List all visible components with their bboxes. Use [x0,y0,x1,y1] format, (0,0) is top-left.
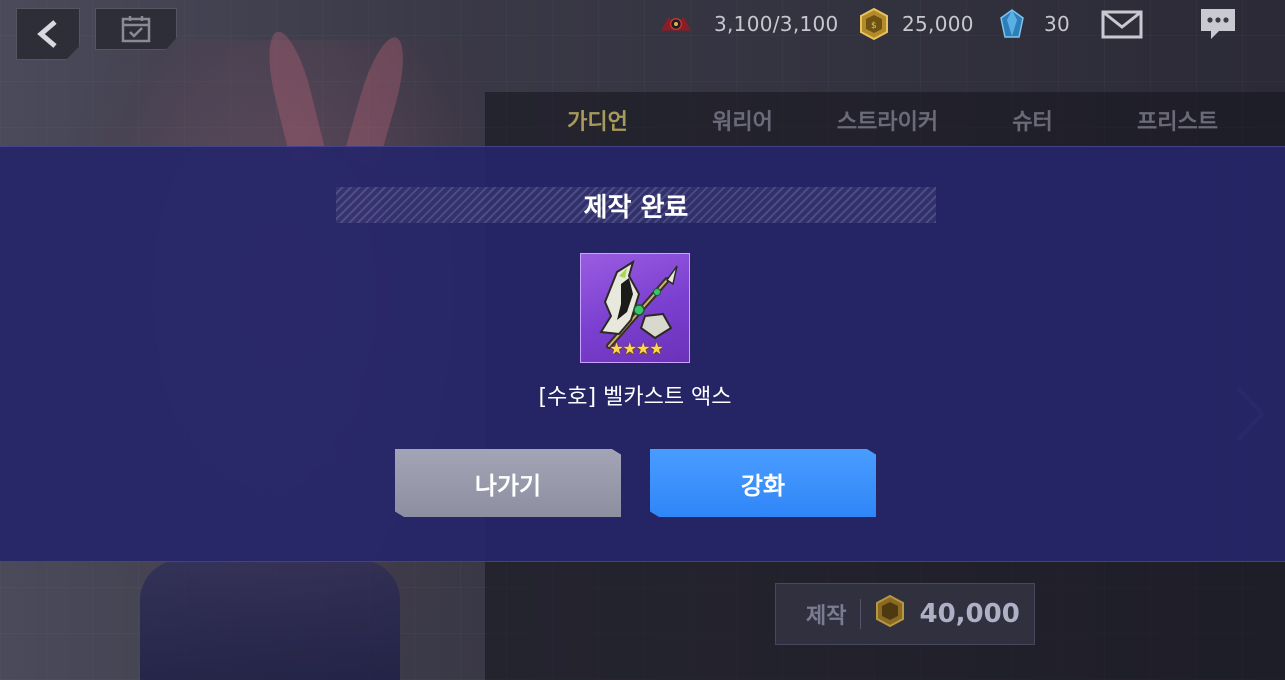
gold-coin-icon [875,594,905,634]
tab-warrior[interactable]: 워리어 [670,104,815,136]
gold-counter[interactable]: $ 25,000 [858,8,974,40]
gem-value: 30 [1044,12,1071,36]
gold-coin-icon: $ [858,8,890,40]
stamina-counter[interactable]: 3,100/3,100 [660,8,839,40]
top-bar: 3,100/3,100 $ 25,000 30 [0,0,1285,64]
dialog-title-bar: 제작 완료 [336,187,936,223]
gem-counter[interactable]: 30 [996,8,1070,40]
exit-button[interactable]: 나가기 [395,449,621,517]
craft-price: 40,000 [919,599,1020,629]
stamina-emblem-icon [660,8,692,40]
craft-complete-dialog: 제작 완료 ★★★★ [수호] 벨카스트 액스 나가기 강화 [0,146,1285,562]
dialog-title: 제작 완료 [583,192,689,223]
item-slot[interactable]: ★★★★ [580,253,690,363]
tab-guardian[interactable]: 가디언 [525,104,670,136]
tab-shooter[interactable]: 슈터 [960,104,1105,136]
craft-button[interactable]: 제작 40,000 [775,583,1035,645]
divider [860,599,862,629]
mail-icon [1101,10,1143,39]
stamina-value: 3,100/3,100 [714,12,839,36]
tab-priest[interactable]: 프리스트 [1105,104,1250,136]
gold-value: 25,000 [902,12,974,36]
enhance-button[interactable]: 강화 [650,449,876,517]
tab-striker[interactable]: 스트라이커 [815,104,960,136]
mission-button[interactable] [95,8,177,50]
back-arrow-icon [37,20,57,48]
craft-label: 제작 [806,604,847,629]
calendar-check-icon [121,16,151,43]
mail-button[interactable] [1100,6,1144,42]
item-name: [수호] 벨카스트 액스 [538,385,732,410]
class-tabs: 가디언 워리어 스트라이커 슈터 프리스트 [525,98,1285,142]
gem-icon [996,8,1028,40]
item-star-rating: ★★★★ [609,339,663,358]
chat-button[interactable] [1196,6,1240,42]
svg-text:$: $ [871,21,877,31]
back-button[interactable] [16,8,80,60]
chat-icon [1201,9,1235,39]
